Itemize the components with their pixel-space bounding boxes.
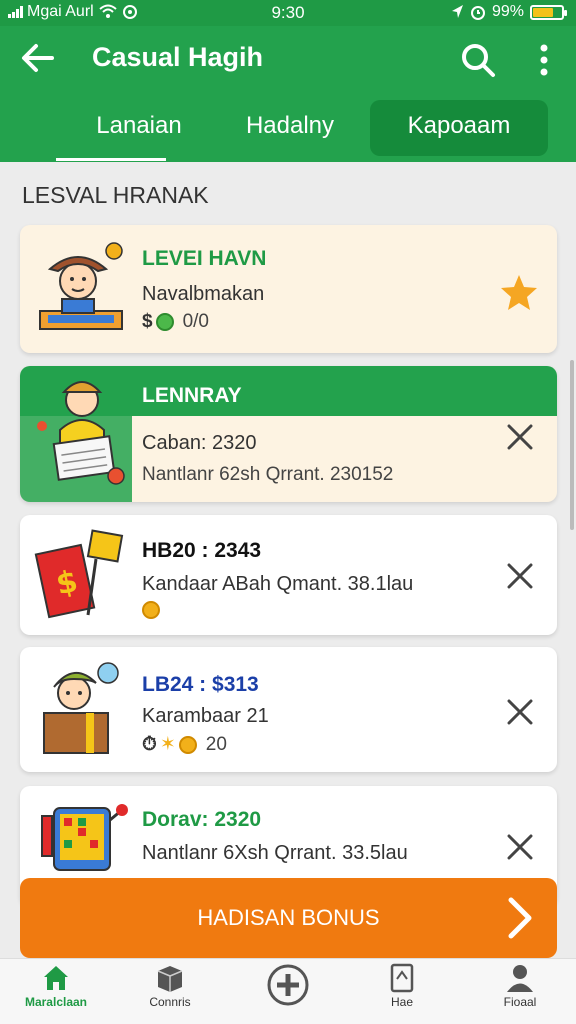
sparkle-icon: ✶ <box>159 734 176 755</box>
card-subtitle: Caban: 2320 <box>142 432 257 454</box>
card-subtitle: Navalbmakan <box>142 283 265 305</box>
card-subtitle: Kandaar ABah Qmant. 38.1lau <box>142 573 414 595</box>
nav-item-add[interactable] <box>238 963 338 1009</box>
card-meta: Nantlanr 62sh Qrrant. 230152 <box>142 464 394 485</box>
status-bar: Mgai Aurl 9:30 99% <box>0 0 576 26</box>
battery-icon <box>530 4 567 20</box>
list-item[interactable]: LB24 : $313 Karambaar 21 ⏱ ✶ 20 <box>20 647 557 772</box>
coin-icon <box>178 735 197 754</box>
nav-item-profile[interactable]: Fioaal <box>470 963 570 1009</box>
battery-level <box>533 7 553 17</box>
close-icon[interactable] <box>505 422 535 452</box>
tab-hadalny[interactable]: Hadalny <box>222 100 358 156</box>
home-icon <box>44 966 68 990</box>
section-heading: LESVAL HRANAK <box>22 182 209 208</box>
scrollbar[interactable] <box>570 360 574 530</box>
search-icon[interactable] <box>458 40 498 80</box>
dollar-icon: $ <box>142 311 153 332</box>
card-meta: ⏱ ✶ 20 <box>142 733 227 756</box>
timer-icon: ⏱ <box>142 733 157 755</box>
nav-label: Maralclaan <box>24 995 88 1009</box>
card-title: HB20 : 2343 <box>142 539 262 562</box>
person-icon <box>507 965 533 992</box>
alarm-icon <box>470 6 485 20</box>
card-meta: $ 0/0 <box>142 311 209 333</box>
close-icon[interactable] <box>505 832 535 862</box>
app-bar: Casual Hagih Lanaian Hadalny Kapoaam <box>0 26 576 162</box>
navigation-icon <box>451 5 463 18</box>
kid-in-box-icon <box>43 662 119 754</box>
reading-child-icon <box>37 381 125 485</box>
box-icon <box>157 966 183 992</box>
nav-item-home[interactable]: Maralclaan <box>6 963 106 1009</box>
coin-icon <box>155 313 174 331</box>
coin-icon <box>142 601 160 619</box>
card-meta-value: 20 <box>205 733 227 755</box>
card-title: LB24 : $313 <box>142 673 259 696</box>
bonus-button[interactable]: HADISAN BONUS <box>20 878 557 958</box>
close-icon[interactable] <box>505 561 535 591</box>
red-envelope-icon: $ <box>34 529 124 619</box>
cowboy-character-icon <box>39 242 123 330</box>
tab-lanaian[interactable]: Lanaian <box>56 100 222 156</box>
tab-kapoaam[interactable]: Kapoaam <box>370 100 548 156</box>
plus-circle-icon <box>267 964 309 1006</box>
nav-label: Fioaal <box>503 995 537 1009</box>
bottom-nav: Maralclaan Connris Hae Fioaal <box>0 958 576 1024</box>
card-title: Dorav: 2320 <box>142 808 262 831</box>
battery-percent: 99% <box>491 3 524 20</box>
tablet-icon <box>390 963 414 993</box>
list-item[interactable]: $ HB20 : 2343 Kandaar ABah Qmant. 38.1la… <box>20 515 557 635</box>
more-vert-icon[interactable] <box>530 40 558 80</box>
card-meta-value: 0/0 <box>182 311 209 332</box>
card-title: LENNRAY <box>142 384 242 407</box>
nav-item-tablet[interactable]: Hae <box>352 963 452 1009</box>
card-subtitle: Karambaar 21 <box>142 705 269 727</box>
arrow-left-icon[interactable] <box>18 40 58 76</box>
active-tab-indicator <box>56 158 166 161</box>
tab-bar: Lanaian Hadalny Kapoaam <box>0 100 576 162</box>
chevron-right-icon <box>508 897 532 939</box>
close-icon[interactable] <box>505 697 535 727</box>
nav-label: Hae <box>390 995 413 1009</box>
bonus-button-label: HADISAN BONUS <box>197 905 380 930</box>
nav-item-box[interactable]: Connris <box>120 963 220 1009</box>
page-title: Casual Hagih <box>92 42 264 72</box>
nav-label: Connris <box>149 995 191 1009</box>
card-title: LEVEI HAVN <box>142 247 267 270</box>
card-subtitle: Nantlanr 6Xsh Qrrant. 33.5lau <box>142 842 408 864</box>
list-item[interactable]: LENNRAY Caban: 2320 Nantlanr 62sh Qrrant… <box>20 366 557 502</box>
list-item[interactable]: LEVEI HAVN Navalbmakan $ 0/0 <box>20 225 557 353</box>
star-icon[interactable] <box>499 273 539 311</box>
